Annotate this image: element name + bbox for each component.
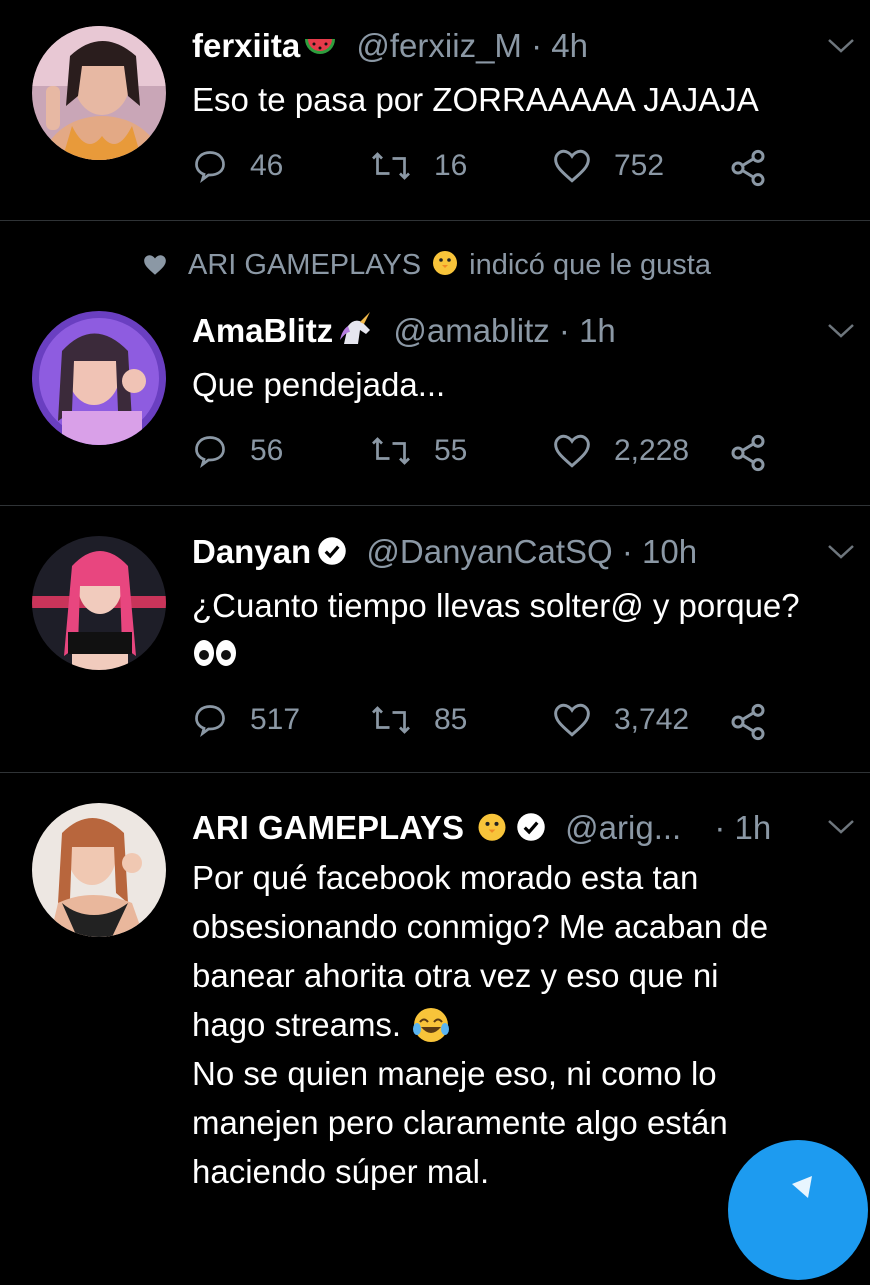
author-name[interactable]: AmaBlitz [192, 312, 333, 349]
reply-button[interactable]: 46 [192, 148, 283, 184]
tweet[interactable]: ARI GAMEPLAYS @arig... · 1h Por qué face… [0, 773, 870, 1200]
like-count: 752 [614, 149, 665, 182]
share-icon [731, 703, 765, 741]
chevron-down-icon[interactable] [826, 36, 856, 56]
tweet-header: ferxiita @ferxiiz_M · 4h [192, 26, 588, 70]
retweet-icon [372, 706, 410, 734]
tweet-line: Que pendejada... [192, 366, 446, 403]
heart-icon [554, 703, 590, 737]
chevron-down-icon[interactable] [826, 542, 856, 562]
reply-button[interactable]: 517 [192, 702, 300, 738]
reply-count: 517 [250, 703, 301, 736]
compose-tweet-button[interactable] [728, 1140, 868, 1280]
author-handle[interactable]: @amablitz [393, 312, 549, 349]
reply-icon [195, 705, 225, 737]
tweet[interactable]: ferxiita @ferxiiz_M · 4h Eso te pasa por… [0, 0, 870, 220]
author-handle[interactable]: @DanyanCatSQ [366, 533, 612, 570]
tweet-header: Danyan @DanyanCatSQ · 10h [192, 532, 697, 575]
retweet-icon [372, 437, 410, 465]
retweet-count: 55 [434, 434, 468, 467]
heart-icon [554, 149, 590, 183]
retweet-count: 16 [434, 149, 468, 182]
share-icon [731, 149, 765, 187]
share-icon [731, 434, 765, 472]
tweet-time: · 10h [621, 533, 698, 570]
like-count: 3,742 [614, 703, 690, 736]
tweet-text: ¿Cuanto tiempo llevas solter@ y porque? [192, 582, 800, 682]
heart-filled-icon [144, 255, 166, 275]
watermelon-icon [303, 30, 337, 70]
tweet-text: Por qué facebook morado esta tan obsesio… [192, 853, 768, 1196]
tweet-line: Eso te pasa por ZORRAAAAA JAJAJA [192, 81, 759, 118]
reply-count: 46 [250, 149, 284, 182]
tweet-actions: 517 85 3,742 [192, 702, 812, 746]
avatar[interactable] [32, 311, 166, 445]
heart-icon [554, 434, 590, 468]
retweet-icon [372, 152, 410, 180]
avatar[interactable] [32, 26, 166, 160]
compose-icon [792, 1176, 812, 1198]
tweet-time: · 4h [531, 27, 588, 64]
reply-icon [195, 151, 225, 183]
tweet-line: Por qué facebook morado esta tan [192, 859, 699, 896]
liked-by-suffix: indicó que le gusta [469, 248, 711, 281]
tweet[interactable]: Danyan @DanyanCatSQ · 10h ¿Cuanto tiempo… [0, 506, 870, 772]
like-button[interactable]: 2,228 [552, 433, 689, 469]
chevron-down-icon[interactable] [826, 817, 856, 837]
retweet-button[interactable]: 55 [370, 433, 467, 469]
tweet-line: manejen pero claramente algo están [192, 1104, 728, 1141]
verified-icon [317, 535, 347, 575]
chick-icon [429, 245, 461, 285]
chick-icon [474, 807, 510, 852]
tweet-time: · 1h [714, 809, 772, 846]
eyes-icon [192, 634, 800, 682]
tweet-line: ¿Cuanto tiempo llevas solter@ y porque? [192, 587, 800, 624]
retweet-button[interactable]: 85 [370, 702, 467, 738]
verified-icon [516, 811, 546, 851]
like-count: 2,228 [614, 434, 690, 467]
author-handle[interactable]: @arig... [565, 809, 681, 846]
tweet-line: hago streams. [192, 1006, 402, 1043]
tweet-line: No se quien maneje eso, ni como lo [192, 1055, 717, 1092]
share-button[interactable] [728, 702, 790, 742]
like-button[interactable]: 3,742 [552, 702, 689, 738]
retweet-button[interactable]: 16 [370, 148, 467, 184]
tweet-text: Que pendejada... [192, 361, 445, 409]
social-context: ARI GAMEPLAYS indicó que le gusta [142, 245, 711, 285]
tweet-line: haciendo súper mal. [192, 1153, 490, 1190]
reply-icon [195, 436, 225, 468]
unicorn-icon [336, 312, 374, 355]
retweet-count: 85 [434, 703, 468, 736]
tweet[interactable]: ARI GAMEPLAYS indicó que le gusta AmaBli… [0, 221, 870, 505]
tweet-header: AmaBlitz @amablitz · 1h [192, 311, 616, 355]
tweet-header: ARI GAMEPLAYS @arig... · 1h [192, 807, 771, 852]
avatar[interactable] [32, 536, 166, 670]
tweet-text: Eso te pasa por ZORRAAAAA JAJAJA [192, 76, 759, 124]
tweet-actions: 56 55 2,228 [192, 433, 812, 477]
tweet-line: obsesionando conmigo? Me acaban de [192, 908, 769, 945]
avatar[interactable] [32, 803, 166, 937]
tears-of-joy-icon [411, 1005, 451, 1045]
reply-button[interactable]: 56 [192, 433, 283, 469]
author-name[interactable]: Danyan [192, 533, 311, 570]
chevron-down-icon[interactable] [826, 321, 856, 341]
tweet-actions: 46 16 752 [192, 148, 812, 192]
tweet-line: banear ahorita otra vez y eso que ni [192, 957, 719, 994]
author-name[interactable]: ferxiita [192, 27, 300, 64]
like-button[interactable]: 752 [552, 148, 664, 184]
author-name[interactable]: ARI GAMEPLAYS [192, 809, 464, 846]
liked-by-name[interactable]: ARI GAMEPLAYS [188, 249, 421, 282]
author-handle[interactable]: @ferxiiz_M [356, 27, 522, 64]
tweet-time: · 1h [558, 312, 616, 349]
reply-count: 56 [250, 434, 284, 467]
share-button[interactable] [728, 433, 790, 473]
share-button[interactable] [728, 148, 790, 188]
